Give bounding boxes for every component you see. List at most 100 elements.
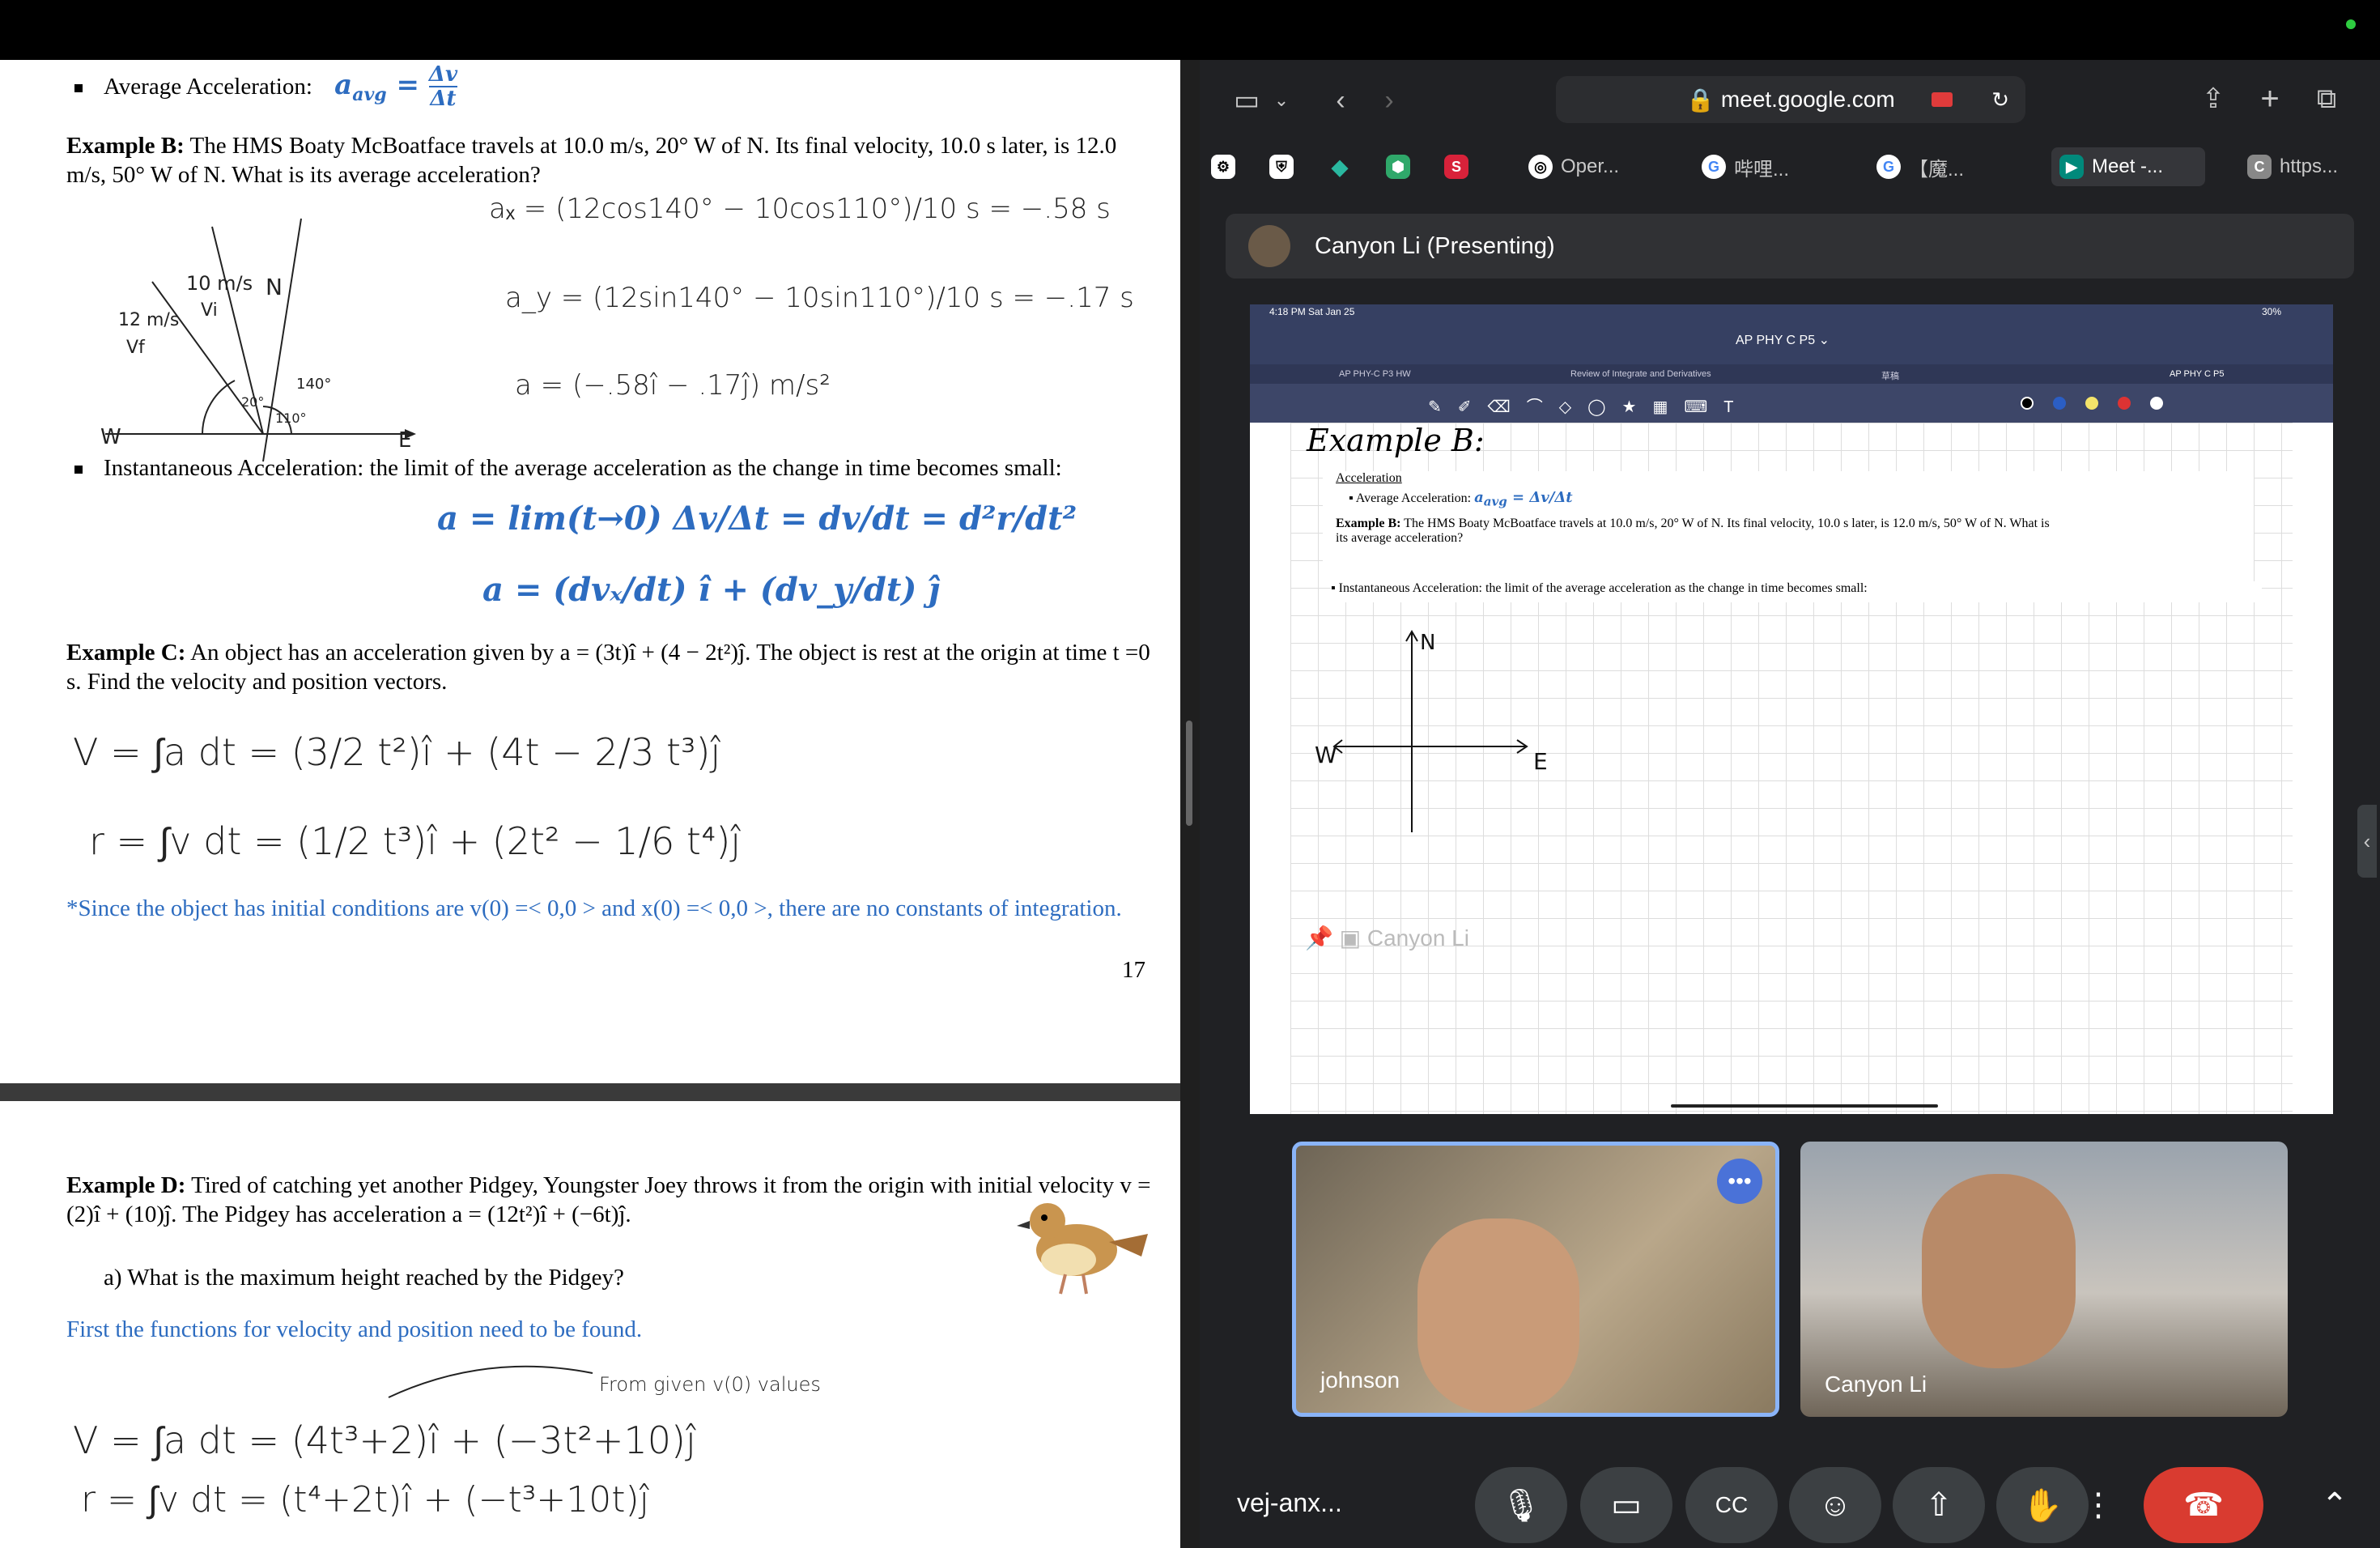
svg-text:12 m/s: 12 m/s bbox=[118, 310, 179, 330]
sidebar-icon[interactable]: ▭ bbox=[1229, 83, 1264, 118]
present-button[interactable]: ⇧ bbox=[1893, 1467, 1985, 1543]
more-button[interactable]: ⋮ bbox=[2082, 1467, 2114, 1543]
o-icon: ◎ bbox=[1528, 155, 1553, 179]
s-icon: S bbox=[1444, 155, 1468, 179]
tab-shield[interactable]: ⛨ bbox=[1269, 147, 1294, 186]
notebook-tabs: AP PHY-C P3 HW Review of Integrate and D… bbox=[1250, 364, 2333, 384]
tab-mo[interactable]: G 【魔... bbox=[1876, 147, 2030, 186]
camera-button[interactable]: ▭ bbox=[1580, 1467, 1672, 1543]
hand-ay: a_y = (12sin140° − 10sin110°)/10 s = −.1… bbox=[505, 282, 1134, 314]
leave-call-button[interactable]: ☎ bbox=[2144, 1467, 2263, 1543]
goodnotes-header: 4:18 PM Sat Jan 25 30% AP PHY C P5 ⌄ AP … bbox=[1250, 304, 2333, 423]
svg-text:W: W bbox=[1315, 742, 1337, 768]
reactions-button[interactable]: ☺ bbox=[1789, 1467, 1881, 1543]
pen-tools[interactable]: ✎✐⌫⌒◇◯★▦⌨T bbox=[1428, 393, 1749, 417]
participant-name: Canyon Li bbox=[1825, 1372, 1927, 1397]
hand-arc bbox=[388, 1365, 593, 1398]
hand-note: From given v(0) values bbox=[599, 1373, 821, 1396]
captions-icon: CC bbox=[1715, 1492, 1749, 1517]
diagram-v0-label: 10 m/s bbox=[186, 272, 253, 295]
presenter-bar: Canyon Li (Presenting) bbox=[1226, 214, 2354, 279]
camera-indicator bbox=[2346, 19, 2356, 29]
average-acceleration-item: Average Acceleration: aavg = Δv Δt bbox=[74, 62, 458, 111]
side-panel-toggle[interactable]: ‹ bbox=[2357, 805, 2377, 878]
example-d-intro: First the functions for velocity and pos… bbox=[66, 1316, 643, 1342]
tab-oper[interactable]: ◎ Oper... bbox=[1528, 147, 1682, 186]
tab-bar: ⚙ ⛨ ◆ ⬢ S ◎ Oper... G 哔哩... G 【魔... ▶ Meet -… bbox=[1200, 141, 2380, 193]
openai-icon: ⚙ bbox=[1211, 155, 1235, 179]
tab-openai[interactable]: ⚙ bbox=[1211, 147, 1235, 186]
tab-overview-icon[interactable]: ⧉ bbox=[2309, 81, 2344, 117]
example-d-text: Example D: Tired of catching yet another… bbox=[66, 1172, 1151, 1227]
emoji-icon: ☺ bbox=[1818, 1486, 1852, 1523]
avatar bbox=[1248, 225, 1290, 267]
hand-d-position: r = ∫v dt = (t⁴+2t)î + (−t³+10t)ĵ bbox=[81, 1479, 649, 1520]
tile-johnson[interactable]: ••• johnson bbox=[1292, 1142, 1779, 1417]
hand-icon: ✋ bbox=[2022, 1487, 2063, 1524]
example-d-part-a: a) What is the maximum height reached by… bbox=[104, 1265, 624, 1291]
vector-diagram: 10 m/s Vi 12 m/s Vf N W E 20° 110° 140° bbox=[100, 218, 416, 462]
captions-button[interactable]: CC bbox=[1685, 1467, 1778, 1543]
more-options-icon[interactable]: ••• bbox=[1717, 1159, 1762, 1204]
hand-position: r = ∫v dt = (1/2 t³)î + (2t² − 1/6 t⁴)ĵ bbox=[89, 819, 742, 863]
back-icon[interactable]: ‹ bbox=[1324, 83, 1357, 118]
hand-axes: N W E bbox=[1315, 630, 1548, 832]
participant-video bbox=[1417, 1218, 1579, 1413]
hand-ax: aₓ = (12cos140° − 10cos110°)/10 s = −.58… bbox=[489, 193, 1111, 225]
tab-diamond[interactable]: ◆ bbox=[1328, 147, 1352, 186]
reload-icon[interactable]: ↻ bbox=[1991, 87, 2009, 113]
microphone-icon: 🎙 bbox=[1500, 1487, 1542, 1524]
meeting-code: vej-anx... bbox=[1237, 1488, 1342, 1517]
hand-title: Example B: bbox=[1307, 423, 1485, 458]
instantaneous-acceleration-item: Instantaneous Acceleration: the limit of… bbox=[74, 453, 1172, 483]
pasted-inst: ▪ Instantaneous Acceleration: the limit … bbox=[1331, 581, 2262, 602]
tab-cube[interactable]: ⬢ bbox=[1386, 147, 1410, 186]
new-tab-icon[interactable]: + bbox=[2252, 81, 2288, 117]
drawing-toolbar: ✎✐⌫⌒◇◯★▦⌨T bbox=[1250, 384, 2333, 423]
raise-hand-button[interactable]: ✋ bbox=[1996, 1467, 2089, 1543]
svg-text:E: E bbox=[398, 428, 411, 453]
present-icon: ⇧ bbox=[1925, 1487, 1953, 1523]
camera-icon: ▭ bbox=[1611, 1487, 1642, 1523]
shared-screen: 4:18 PM Sat Jan 25 30% AP PHY C P5 ⌄ AP … bbox=[1250, 304, 2333, 1114]
svg-text:20°: 20° bbox=[241, 394, 264, 410]
address-bar[interactable]: 🔒 meet.google.com ↻ bbox=[1556, 76, 2025, 123]
svg-text:N: N bbox=[1420, 631, 1435, 655]
browser-window: ▭ ⌄ ‹ › 🔒 meet.google.com ↻ ⇪ + ⧉ ⚙ ⛨ ◆ ⬢… bbox=[1200, 60, 2380, 1548]
notes-page-18: Example D: Tired of catching yet another… bbox=[0, 1101, 1180, 1548]
recording-icon bbox=[1932, 92, 1953, 107]
pasted-notes: Acceleration ▪ Average Acceleration: aav… bbox=[1323, 471, 2254, 585]
svg-text:Vi: Vi bbox=[201, 300, 218, 321]
top-system-bar bbox=[0, 0, 2380, 60]
hand-a: a = (−.58î − .17ĵ) m/s² bbox=[515, 369, 831, 402]
svg-text:E: E bbox=[1533, 748, 1548, 775]
tab-s[interactable]: S bbox=[1444, 147, 1468, 186]
meeting-controls: vej-anx... 🎙 ▭ CC ☺ ⇧ ✋ ⋮ ☎ ⌃ bbox=[1200, 1436, 2380, 1548]
tab-bilibili[interactable]: G 哔哩... bbox=[1702, 147, 1855, 186]
participant-name: johnson bbox=[1320, 1367, 1400, 1393]
example-c-note: *Since the object has initial conditions… bbox=[66, 895, 1122, 921]
ipad-clock: 4:18 PM Sat Jan 25 bbox=[1269, 306, 1355, 317]
tab-meet[interactable]: ▶ Meet -... bbox=[2051, 147, 2205, 186]
share-icon[interactable]: ⇪ bbox=[2195, 81, 2231, 117]
tab-https[interactable]: Chttps... bbox=[2247, 147, 2369, 186]
participant-video bbox=[1922, 1174, 2076, 1368]
instantaneous-eq-2: a = (dvₓ/dt) î + (dv_y/dt) ĵ bbox=[482, 571, 940, 609]
microphone-button[interactable]: 🎙 bbox=[1475, 1467, 1567, 1543]
notebook-page: Example B: Acceleration ▪ Average Accele… bbox=[1290, 423, 2293, 1114]
split-view-handle[interactable] bbox=[1186, 721, 1192, 826]
browser-toolbar: ▭ ⌄ ‹ › 🔒 meet.google.com ↻ ⇪ + ⧉ bbox=[1200, 60, 2380, 141]
forward-icon[interactable]: › bbox=[1373, 83, 1405, 118]
example-c-text: Example C: An object has an acceleration… bbox=[66, 640, 1150, 695]
more-vert-icon: ⋮ bbox=[2082, 1487, 2114, 1523]
svg-text:Vf: Vf bbox=[126, 338, 146, 358]
ipad-battery: 30% bbox=[2262, 306, 2282, 317]
expand-button[interactable]: ⌃ bbox=[2310, 1467, 2359, 1543]
cube-icon: ⬢ bbox=[1386, 155, 1410, 179]
instantaneous-eq-1: a = lim(t→0) Δv/Δt = dv/dt = d²r/dt² bbox=[437, 500, 1077, 538]
tile-canyon[interactable]: Canyon Li bbox=[1800, 1142, 2288, 1417]
chevron-down-icon[interactable]: ⌄ bbox=[1269, 83, 1294, 118]
chevron-up-icon: ⌃ bbox=[2321, 1487, 2348, 1523]
home-indicator bbox=[1671, 1104, 1938, 1108]
avg-formula: aavg = Δv Δt bbox=[334, 62, 458, 111]
